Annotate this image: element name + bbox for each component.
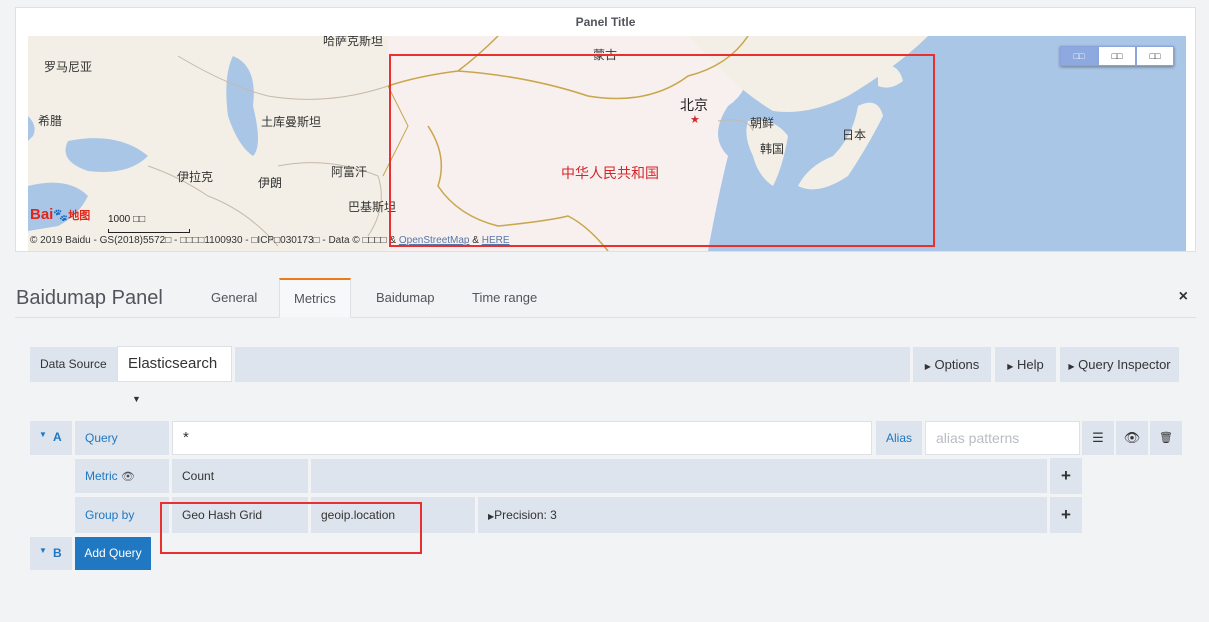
map-label-pakistan: 巴基斯坦 bbox=[348, 200, 397, 214]
datasource-filler bbox=[235, 347, 910, 382]
group-by-type-value: Geo Hash Grid bbox=[182, 508, 263, 522]
query-label: Query bbox=[85, 431, 118, 445]
datasource-value: Elasticsearch bbox=[128, 355, 218, 372]
map-label-greece: 希腊 bbox=[38, 114, 63, 128]
tab-time-range[interactable]: Time range bbox=[458, 278, 551, 318]
group-by-label-box: Group by bbox=[75, 497, 169, 533]
add-group-by-plus-icon[interactable]: + bbox=[1050, 497, 1082, 533]
query-a-toggle[interactable]: ▼ A bbox=[30, 421, 72, 455]
datasource-label-box: Data Source bbox=[30, 347, 117, 382]
metric-filler bbox=[311, 459, 1047, 493]
close-icon[interactable]: × bbox=[1179, 288, 1188, 306]
openstreetmap-link[interactable]: OpenStreetMap bbox=[399, 235, 470, 246]
group-by-label: Group by bbox=[85, 508, 135, 522]
svg-text:★: ★ bbox=[690, 114, 700, 126]
caret-right-icon: ▶ bbox=[1068, 362, 1075, 371]
map-label-afghanistan: 阿富汗 bbox=[331, 165, 368, 179]
map-land-shapes: ★ bbox=[28, 36, 928, 251]
baidu-logo: Bai🐾地图 bbox=[30, 206, 91, 223]
caret-right-icon: ▶ bbox=[1007, 362, 1014, 371]
precision-option[interactable]: ▶Precision: 3 bbox=[478, 497, 1047, 533]
datasource-select[interactable]: Elasticsearch ▼ bbox=[117, 346, 232, 404]
eye-icon[interactable]: 👁 bbox=[121, 471, 135, 483]
precision-text: Precision: 3 bbox=[494, 508, 557, 522]
add-metric-plus-icon[interactable]: + bbox=[1050, 458, 1082, 494]
menu-icon[interactable]: ☰ bbox=[1082, 421, 1114, 455]
caret-down-icon: ▼ bbox=[39, 430, 47, 439]
map-label-beijing: 北京 bbox=[680, 97, 708, 113]
datasource-label: Data Source bbox=[40, 357, 107, 371]
map-type-hybrid-button[interactable]: □□ bbox=[1136, 46, 1174, 66]
map-type-switcher: □□ □□ □□ bbox=[1060, 46, 1174, 66]
map-label-kazakhstan: 哈萨克斯坦 bbox=[323, 36, 384, 48]
query-b-toggle[interactable]: ▼ B bbox=[30, 537, 72, 570]
alias-input[interactable] bbox=[925, 421, 1080, 455]
map-label-turkmenistan: 土库曼斯坦 bbox=[261, 115, 322, 129]
map-scale-bar bbox=[108, 229, 190, 233]
editor-title: Baidumap Panel bbox=[16, 287, 163, 309]
map-label-romania: 罗马尼亚 bbox=[44, 60, 93, 74]
caret-down-icon: ▼ bbox=[132, 394, 141, 404]
baidu-map[interactable]: ★ 罗马尼亚 希腊 哈萨克斯坦 蒙古 土库曼斯坦 阿富汗 伊拉克 伊朗 巴基斯坦… bbox=[28, 36, 1186, 251]
alias-label: Alias bbox=[886, 431, 913, 445]
query-label-box: Query bbox=[75, 421, 169, 455]
add-query-button[interactable]: Add Query bbox=[75, 537, 151, 570]
map-label-north-korea: 朝鲜 bbox=[750, 116, 775, 130]
map-label-iran: 伊朗 bbox=[258, 176, 283, 190]
tab-baidumap[interactable]: Baidumap bbox=[362, 278, 449, 318]
map-type-satellite-button[interactable]: □□ bbox=[1098, 46, 1136, 66]
metric-value: Count bbox=[182, 469, 215, 483]
alias-label-box: Alias bbox=[876, 421, 922, 455]
editor-header: Baidumap Panel General Metrics Baidumap … bbox=[15, 278, 1196, 318]
query-input[interactable]: * bbox=[172, 421, 872, 455]
map-type-normal-button[interactable]: □□ bbox=[1060, 46, 1098, 66]
help-button[interactable]: ▶ Help bbox=[995, 347, 1056, 382]
group-by-field-value: geoip.location bbox=[321, 508, 396, 522]
trash-icon[interactable]: 🗑 bbox=[1150, 421, 1182, 455]
map-label-china: 中华人民共和国 bbox=[561, 165, 659, 181]
map-label-iraq: 伊拉克 bbox=[177, 170, 214, 184]
query-letter-b: B bbox=[53, 546, 62, 560]
group-by-type-select[interactable]: Geo Hash Grid bbox=[172, 497, 308, 533]
query-letter-a: A bbox=[53, 430, 62, 444]
map-scale-text: 1000 □□ bbox=[108, 214, 146, 225]
panel-title[interactable]: Panel Title bbox=[16, 15, 1195, 29]
tab-metrics[interactable]: Metrics bbox=[279, 278, 351, 318]
caret-down-icon: ▼ bbox=[39, 546, 47, 555]
metric-label: Metric 👁 bbox=[85, 469, 135, 483]
options-button[interactable]: ▶ Options bbox=[913, 347, 991, 382]
caret-right-icon: ▶ bbox=[924, 362, 931, 371]
map-copyright: © 2019 Baidu - GS(2018)5572□ - □□□□11009… bbox=[30, 235, 510, 246]
panel-preview: Panel Title ★ 罗马尼亚 希腊 哈萨克斯坦 蒙古 土库曼斯坦 阿富汗… bbox=[15, 7, 1196, 252]
map-label-japan: 日本 bbox=[842, 128, 867, 142]
tab-general[interactable]: General bbox=[197, 278, 271, 318]
query-inspector-button[interactable]: ▶ Query Inspector bbox=[1060, 347, 1179, 382]
group-by-field-select[interactable]: geoip.location bbox=[311, 497, 475, 533]
metric-select[interactable]: Count bbox=[172, 459, 308, 493]
map-label-mongolia: 蒙古 bbox=[593, 48, 618, 62]
here-link[interactable]: HERE bbox=[482, 235, 510, 246]
metric-label-box[interactable]: Metric 👁 bbox=[75, 459, 169, 493]
eye-icon[interactable]: 👁 bbox=[1116, 421, 1148, 455]
map-label-south-korea: 韩国 bbox=[760, 142, 785, 156]
